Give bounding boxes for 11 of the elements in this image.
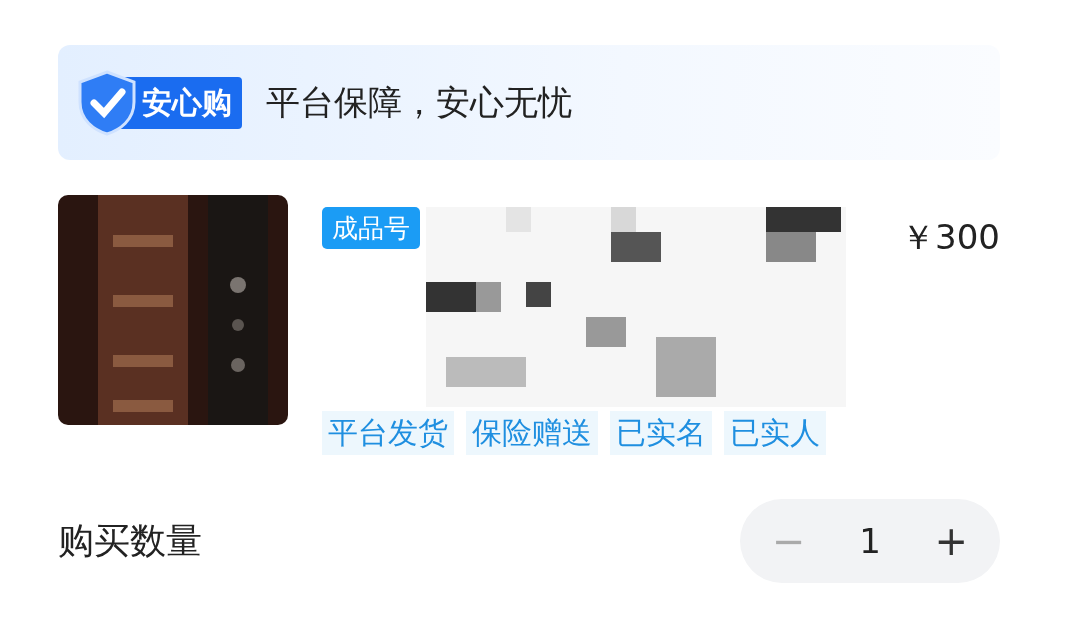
service-tag: 保险赠送 xyxy=(466,411,598,455)
price: ￥300 xyxy=(901,216,1000,259)
slogan: 平台保障，安心无忧 xyxy=(266,80,572,124)
quantity-value: 1 xyxy=(859,521,881,561)
service-tag: 已实人 xyxy=(724,411,826,455)
service-tag: 平台发货 xyxy=(322,411,454,455)
quantity-label: 购买数量 xyxy=(58,518,202,563)
shield-check-icon xyxy=(76,69,138,136)
product-type-tag: 成品号 xyxy=(322,207,420,249)
increase-button[interactable]: + xyxy=(924,518,979,564)
service-tag: 已实名 xyxy=(610,411,712,455)
